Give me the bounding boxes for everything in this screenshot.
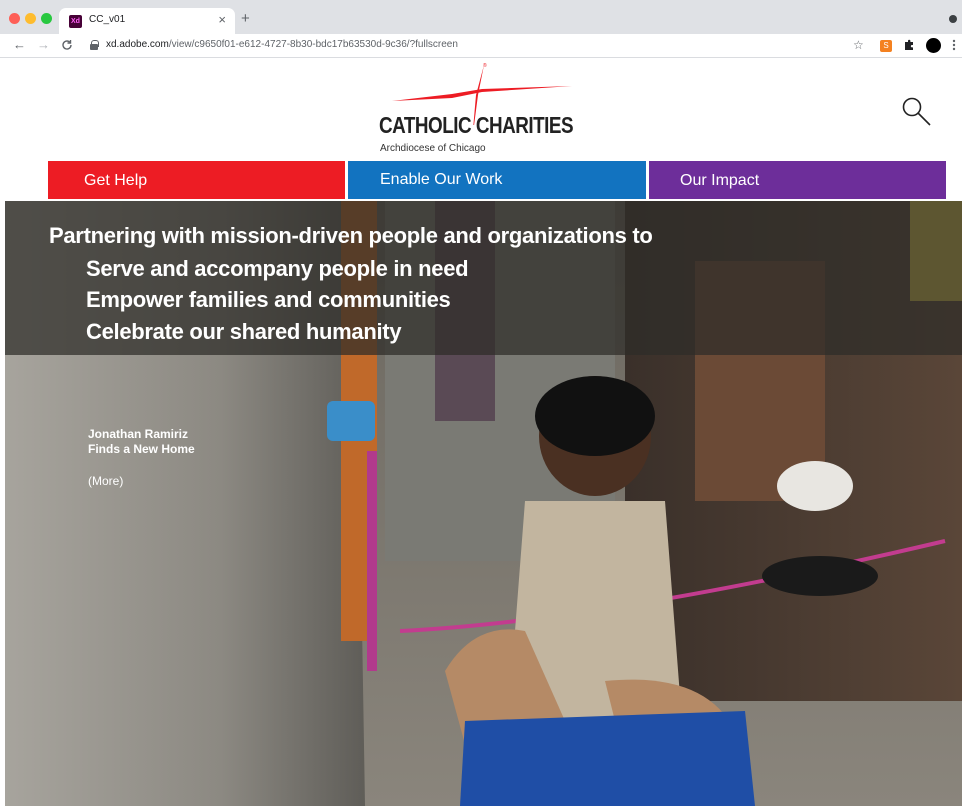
star-icon[interactable]: ☆ xyxy=(853,39,864,52)
browser-titlebar: Xd CC_v01 × + xyxy=(0,0,962,34)
tab-search-icon[interactable] xyxy=(949,15,957,23)
menu-dots-icon[interactable] xyxy=(952,39,956,54)
url-host: xd.adobe.com xyxy=(106,39,169,50)
profile-icon[interactable] xyxy=(926,38,941,53)
extension-icon[interactable]: S xyxy=(880,40,892,52)
story-title-line1: Jonathan Ramiriz xyxy=(88,427,189,441)
story-more-link[interactable]: (More) xyxy=(88,474,123,488)
hero-bullet-serve: Serve and accompany people in need xyxy=(86,256,469,281)
lock-icon[interactable] xyxy=(90,40,99,50)
zoom-window-button[interactable] xyxy=(41,13,52,24)
story-title[interactable]: Jonathan Ramiriz Finds a New Home xyxy=(88,427,195,457)
reload-icon[interactable] xyxy=(61,37,73,55)
search-icon[interactable] xyxy=(900,95,934,129)
tab-title: CC_v01 xyxy=(89,14,126,25)
hero-text-overlay: Partnering with mission-driven people an… xyxy=(5,201,962,355)
nav-our-impact-label: Our Impact xyxy=(680,172,760,189)
hero-bullet-celebrate: Celebrate our shared humanity xyxy=(86,319,402,344)
back-arrow-icon[interactable]: ← xyxy=(13,37,26,53)
forward-arrow-icon[interactable]: → xyxy=(37,37,50,53)
tab-close-icon[interactable]: × xyxy=(218,13,226,27)
logo-subtitle: Archdiocese of Chicago xyxy=(380,143,486,154)
nav-enable-our-work-label: Enable Our Work xyxy=(380,171,503,188)
url-path: /view/c9650f01-e612-4727-8b30-bdc17b6353… xyxy=(168,39,458,50)
puzzle-icon[interactable] xyxy=(903,39,915,54)
logo-trademark: ® xyxy=(483,63,487,69)
catholic-charities-logo[interactable]: ® CATHOLIC CHARITIES Archdiocese of Chic… xyxy=(372,63,574,154)
hero-banner: Partnering with mission-driven people an… xyxy=(5,201,962,806)
adobe-xd-icon: Xd xyxy=(69,15,82,28)
new-tab-icon[interactable]: + xyxy=(241,10,250,27)
browser-toolbar: ← → xd.adobe.com/view/c9650f01-e612-4727… xyxy=(0,34,962,58)
nav-enable-our-work[interactable]: Enable Our Work xyxy=(348,161,646,199)
nav-our-impact[interactable]: Our Impact xyxy=(649,161,946,199)
address-bar[interactable]: xd.adobe.com/view/c9650f01-e612-4727-8b3… xyxy=(106,39,458,50)
web-page: ® CATHOLIC CHARITIES Archdiocese of Chic… xyxy=(0,59,962,806)
browser-tab[interactable]: Xd CC_v01 × xyxy=(59,8,235,34)
logo-wordmark: CATHOLIC CHARITIES xyxy=(379,112,574,138)
nav-get-help-label: Get Help xyxy=(84,172,148,189)
close-window-button[interactable] xyxy=(9,13,20,24)
hero-headline: Partnering with mission-driven people an… xyxy=(49,223,653,248)
hero-bullet-empower: Empower families and communities xyxy=(86,287,451,312)
story-title-line2: Finds a New Home xyxy=(88,442,195,456)
minimize-window-button[interactable] xyxy=(25,13,36,24)
nav-get-help[interactable]: Get Help xyxy=(48,161,345,199)
